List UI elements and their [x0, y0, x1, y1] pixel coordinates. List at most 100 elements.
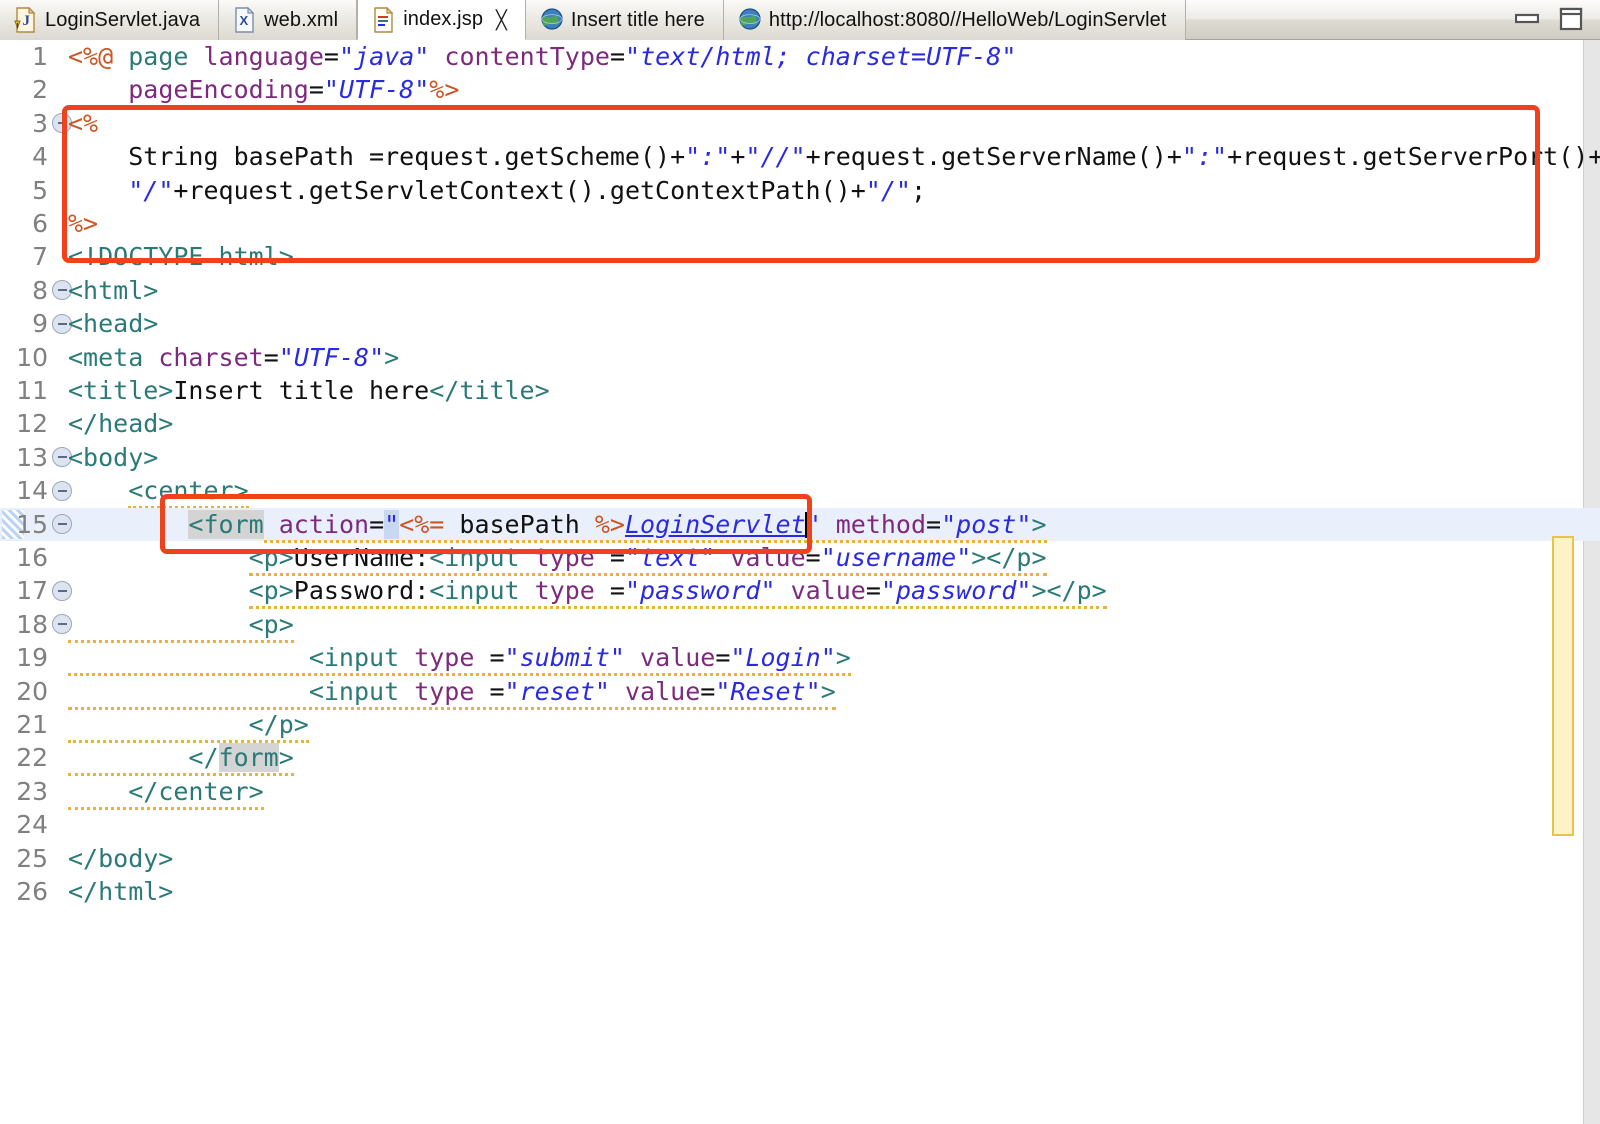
- java-file-icon: J !: [14, 7, 36, 33]
- line-content: <p>UserName:<input type ="text" value="u…: [68, 541, 1047, 576]
- tab-loginservlet-url[interactable]: http://localhost:8080//HelloWeb/LoginSer…: [723, 0, 1186, 40]
- line-number: 24: [16, 810, 48, 840]
- line-content: </center>: [68, 775, 264, 810]
- code-line[interactable]: 22 </form>: [0, 741, 1600, 777]
- line-number: 17: [16, 576, 48, 606]
- code-line[interactable]: 7 <!DOCTYPE html>: [0, 240, 1600, 273]
- line-number: 1: [32, 42, 48, 71]
- code-line[interactable]: 5 "/"+request.getServletContext().getCon…: [0, 174, 1600, 207]
- code-area[interactable]: 1 <%@ page language="java" contentType="…: [0, 40, 1600, 1124]
- line-content: <input type ="reset" value="Reset">: [68, 675, 836, 710]
- code-line[interactable]: 25 </body>: [0, 842, 1600, 875]
- line-content: %>: [68, 209, 99, 238]
- line-number: 6: [32, 209, 48, 238]
- code-line[interactable]: 19 <input type ="submit" value="Login">: [0, 641, 1600, 677]
- line-content: <title>Insert title here</title>: [68, 376, 550, 405]
- line-content: </html>: [68, 877, 174, 906]
- line-content: <p>: [68, 608, 294, 643]
- line-number: 5: [32, 175, 48, 205]
- line-number: 18: [16, 609, 48, 639]
- line-number: 11: [16, 376, 48, 405]
- eclipse-jsp-editor-window: J ! LoginServlet.java X web.xml index.js…: [0, 0, 1600, 1124]
- line-content: <form action="<%= basePath %>LoginServle…: [68, 508, 1047, 543]
- line-content: <head>: [68, 309, 159, 339]
- code-line[interactable]: 2 pageEncoding="UTF-8"%>: [0, 73, 1600, 106]
- code-line[interactable]: 8 <html>: [0, 274, 1600, 307]
- line-number: 8: [32, 275, 48, 305]
- code-line[interactable]: 4 String basePath =request.getScheme()+"…: [0, 140, 1600, 173]
- tab-web-xml[interactable]: X web.xml: [219, 0, 358, 40]
- xml-file-icon: X: [233, 7, 255, 33]
- line-content: <%@ page language="java" contentType="te…: [68, 42, 1017, 71]
- line-number: 26: [16, 877, 48, 906]
- tab-label: LoginServlet.java: [45, 8, 201, 31]
- line-number: 16: [16, 543, 48, 572]
- window-controls: [1514, 0, 1600, 39]
- line-number: 3: [32, 108, 48, 138]
- code-line[interactable]: 23 </center>: [0, 775, 1600, 810]
- line-number: 10: [16, 342, 48, 372]
- line-content: <meta charset="UTF-8">: [68, 342, 400, 372]
- line-content: <p>Password:<input type ="password" valu…: [68, 574, 1107, 610]
- code-line[interactable]: 6 %>: [0, 207, 1600, 240]
- occurrence-indicator-bar[interactable]: [1552, 536, 1574, 836]
- code-line[interactable]: 14 <center>: [0, 474, 1600, 538]
- code-line[interactable]: 21 </p>: [0, 708, 1600, 743]
- line-number: 15: [16, 509, 48, 539]
- jsp-file-icon: [372, 6, 394, 33]
- line-number: 23: [16, 776, 48, 806]
- svg-text:X: X: [240, 13, 249, 28]
- code-line[interactable]: 1 <%@ page language="java" contentType="…: [0, 40, 1600, 73]
- code-line[interactable]: 24: [0, 808, 1600, 841]
- editor-tab-bar: J ! LoginServlet.java X web.xml index.js…: [0, 0, 1600, 40]
- line-number: 14: [16, 476, 48, 506]
- line-content: <!DOCTYPE html>: [68, 242, 294, 272]
- line-content: </body>: [68, 843, 174, 873]
- line-number: 7: [32, 242, 48, 272]
- line-content: "/"+request.getServletContext().getConte…: [128, 175, 927, 205]
- line-number: 22: [16, 743, 48, 773]
- restore-button[interactable]: [1558, 7, 1584, 31]
- line-number: 13: [16, 442, 48, 472]
- code-editor[interactable]: 1 <%@ page language="java" contentType="…: [0, 40, 1600, 1124]
- line-number: 4: [32, 142, 48, 172]
- svg-text:!: !: [16, 23, 18, 30]
- line-number: 2: [32, 75, 48, 105]
- code-line[interactable]: 16 <p>UserName:<input type ="text" value…: [0, 541, 1600, 576]
- line-content: <center>: [68, 474, 249, 510]
- line-content: <input type ="submit" value="Login">: [68, 641, 851, 677]
- code-line[interactable]: 3 <%: [0, 107, 1600, 140]
- line-number: 21: [16, 710, 48, 739]
- line-number: 25: [16, 843, 48, 873]
- tab-label: index.jsp: [403, 8, 484, 30]
- line-content: pageEncoding="UTF-8"%>: [128, 75, 460, 105]
- line-content: </p>: [68, 708, 309, 743]
- line-number: 19: [16, 643, 48, 673]
- minimize-button[interactable]: [1514, 8, 1540, 30]
- code-line[interactable]: 18 <p>: [0, 608, 1600, 643]
- tab-insert-title-here[interactable]: Insert title here: [525, 0, 724, 40]
- code-line[interactable]: 26 </html>: [0, 875, 1600, 908]
- line-content: <html>: [68, 275, 159, 305]
- line-number: 20: [16, 676, 48, 706]
- line-content: String basePath =request.getScheme()+":"…: [128, 142, 1600, 172]
- code-line[interactable]: 9 <head>: [0, 307, 1600, 340]
- code-line[interactable]: 10 <meta charset="UTF-8">: [0, 341, 1600, 374]
- code-line[interactable]: 17 <p>Password:<input type ="password" v…: [0, 574, 1600, 610]
- line-content: <body>: [68, 442, 159, 472]
- line-content: <%: [68, 108, 99, 138]
- svg-text:J: J: [23, 13, 31, 29]
- code-line-current[interactable]: 15 <form action="<%= basePath %>LoginSer…: [0, 507, 1600, 543]
- browser-globe-icon: [540, 7, 563, 33]
- tab-index-jsp[interactable]: index.jsp ╳: [357, 0, 526, 40]
- line-number: 9: [32, 309, 48, 339]
- browser-globe-icon: [738, 7, 761, 33]
- code-line[interactable]: 11 <title>Insert title here</title>: [0, 374, 1600, 407]
- code-line[interactable]: 20 <input type ="reset" value="Reset">: [0, 675, 1600, 710]
- line-number: 12: [16, 409, 48, 439]
- code-line[interactable]: 13 <body>: [0, 441, 1600, 474]
- code-line[interactable]: 12 </head>: [0, 407, 1600, 440]
- close-icon[interactable]: ╳: [496, 11, 507, 29]
- tab-loginservlet-java[interactable]: J ! LoginServlet.java: [0, 0, 220, 40]
- tab-label: Insert title here: [570, 8, 705, 31]
